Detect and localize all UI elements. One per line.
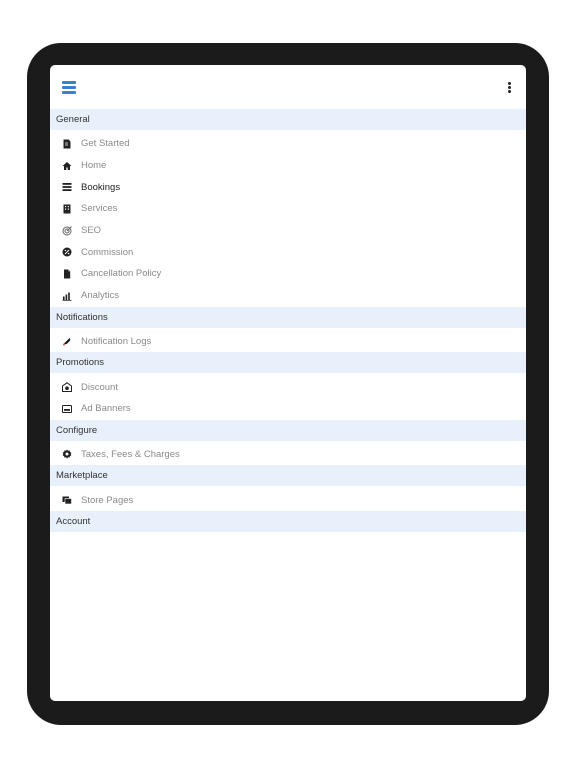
section-header-marketplace: Marketplace <box>50 465 526 487</box>
menu-item-label: Home <box>81 160 107 172</box>
section-header-general: General <box>50 109 526 130</box>
menu-item-label: Commission <box>81 246 134 258</box>
menu-item-label: Notification Logs <box>81 335 152 347</box>
bar-chart-icon <box>61 290 72 301</box>
building-icon <box>61 203 72 214</box>
menu-item-label: Ad Banners <box>81 403 131 415</box>
menu-item-analytics[interactable]: Analytics <box>50 285 526 307</box>
hamburger-menu-icon[interactable] <box>59 77 81 97</box>
section-header-notifications: Notifications <box>50 306 526 328</box>
gear-icon <box>61 449 72 460</box>
section-header-account: Account <box>50 510 526 532</box>
menu-item-commission[interactable]: Commission <box>50 241 526 263</box>
bell-icon <box>61 336 72 347</box>
menu-item-home[interactable]: Home <box>50 155 526 177</box>
target-icon <box>61 225 72 236</box>
section-header-promotions: Promotions <box>50 352 526 374</box>
document-edit-icon <box>61 138 72 149</box>
menu-item-label: Get Started <box>81 138 130 150</box>
more-options-icon[interactable] <box>502 77 516 97</box>
menu-item-get-started[interactable]: Get Started <box>50 133 526 155</box>
menu-item-store-pages[interactable]: Store Pages <box>50 489 526 511</box>
list-icon <box>61 182 72 193</box>
menu-item-ad-banners[interactable]: Ad Banners <box>50 398 526 420</box>
menu-item-seo[interactable]: SEO <box>50 220 526 242</box>
menu-item-taxes-fees-and-charges[interactable]: Taxes, Fees & Charges <box>50 444 526 466</box>
menu-item-services[interactable]: Services <box>50 198 526 220</box>
percent-icon <box>61 247 72 258</box>
store-discount-icon <box>61 382 72 393</box>
app-screen: General Get Started Home Bookings Services SE… <box>50 65 526 701</box>
menu-item-label: Discount <box>81 381 118 393</box>
menu-item-label: Store Pages <box>81 494 134 506</box>
menu-item-notification-logs[interactable]: Notification Logs <box>50 331 526 353</box>
menu-item-discount[interactable]: Discount <box>50 376 526 398</box>
menu-item-label: SEO <box>81 225 102 237</box>
side-menu: General Get Started Home Bookings Services SE… <box>50 109 526 532</box>
file-icon <box>61 268 72 279</box>
menu-item-label: Cancellation Policy <box>81 268 162 280</box>
section-header-configure: Configure <box>50 419 526 441</box>
top-bar <box>50 65 526 109</box>
menu-item-bookings[interactable]: Bookings <box>50 176 526 198</box>
menu-item-label: Bookings <box>81 181 121 193</box>
banner-icon <box>61 403 72 414</box>
menu-item-cancellation-policy[interactable]: Cancellation Policy <box>50 263 526 285</box>
copy-icon <box>61 495 72 506</box>
menu-item-label: Services <box>81 203 118 215</box>
home-icon <box>61 160 72 171</box>
menu-item-label: Analytics <box>81 290 120 302</box>
menu-item-label: Taxes, Fees & Charges <box>81 448 180 460</box>
